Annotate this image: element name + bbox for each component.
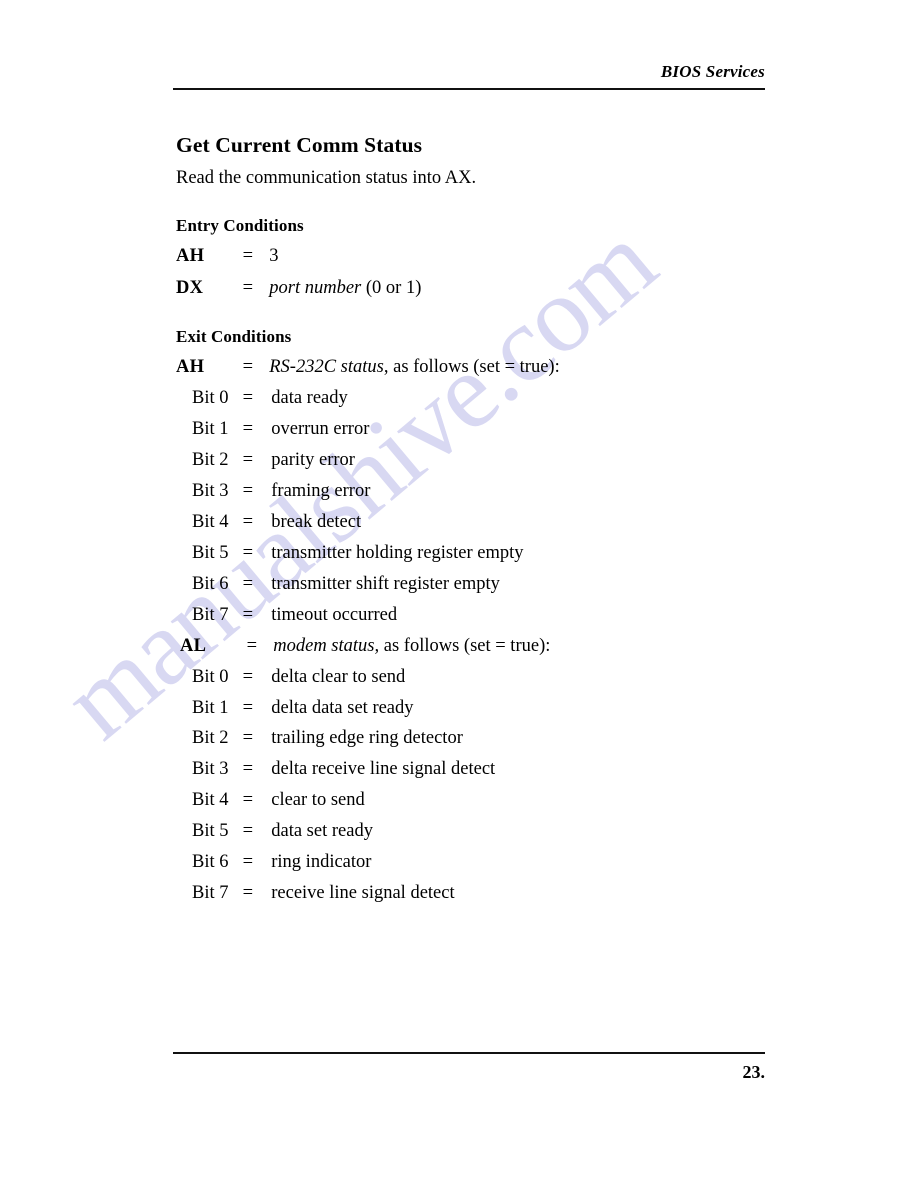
bit-label: Bit 6: [192, 574, 229, 594]
header-rule: [173, 88, 765, 90]
bit-description: data set ready: [271, 821, 373, 841]
exit-row-ah: AH = RS-232C status, as follows (set = t…: [176, 357, 560, 381]
bit-row: Bit 7 = receive line signal detect: [192, 883, 455, 907]
register-label: AH: [176, 357, 205, 377]
bit-description: timeout occurred: [271, 605, 398, 625]
register-value: RS-232C status, as follows (set = true):: [269, 357, 559, 378]
bit-label: Bit 3: [192, 481, 229, 501]
register-value: modem status, as follows (set = true):: [273, 636, 550, 657]
equals-sign: =: [242, 512, 254, 532]
bit-description: parity error: [271, 450, 355, 470]
bit-row: Bit 4 = clear to send: [192, 790, 365, 814]
entry-conditions-heading: Entry Conditions: [176, 216, 304, 235]
equals-sign: =: [242, 450, 254, 470]
bit-description: break detect: [271, 512, 362, 532]
bit-description: delta clear to send: [271, 667, 406, 687]
bit-label: Bit 0: [192, 667, 229, 687]
bit-row: Bit 2 = trailing edge ring detector: [192, 728, 463, 752]
bit-row: Bit 2 = parity error: [192, 450, 355, 474]
register-value-rest: as follows (set = true):: [379, 636, 551, 656]
bit-description: delta data set ready: [271, 698, 414, 718]
register-value-emphasis: port number: [269, 278, 362, 298]
equals-sign: =: [242, 388, 254, 408]
bit-row: Bit 4 = break detect: [192, 512, 361, 536]
bit-label: Bit 5: [192, 821, 229, 841]
equals-sign: =: [242, 481, 254, 501]
bit-label: Bit 0: [192, 388, 229, 408]
register-value-rest: , as follows (set = true):: [383, 357, 560, 377]
equals-sign: =: [242, 667, 254, 687]
bit-label: Bit 7: [192, 883, 229, 903]
bit-row: Bit 0 = data ready: [192, 388, 348, 412]
equals-sign: =: [242, 790, 254, 810]
equals-sign: =: [242, 759, 254, 779]
bit-label: Bit 2: [192, 728, 229, 748]
bit-description: transmitter shift register empty: [271, 574, 500, 594]
equals-sign: =: [242, 728, 254, 748]
equals-sign: =: [242, 357, 254, 377]
exit-conditions-heading: Exit Conditions: [176, 327, 292, 346]
page-content: BIOS Services Get Current Comm Status Re…: [0, 0, 918, 1188]
equals-sign: =: [242, 852, 254, 872]
bit-row: Bit 1 = overrun error: [192, 419, 369, 443]
bit-row: Bit 5 = transmitter holding register emp…: [192, 543, 524, 567]
bit-row: Bit 5 = data set ready: [192, 821, 373, 845]
equals-sign: =: [242, 821, 254, 841]
page-number: 23.: [742, 1062, 766, 1082]
bit-label: Bit 4: [192, 790, 229, 810]
bit-label: Bit 3: [192, 759, 229, 779]
bit-description: receive line signal detect: [271, 883, 455, 903]
bit-description: clear to send: [271, 790, 365, 810]
bit-row: Bit 6 = transmitter shift register empty: [192, 574, 500, 598]
document-page: manualshive.com BIOS Services Get Curren…: [0, 0, 918, 1188]
equals-sign: =: [242, 605, 254, 625]
entry-row-ah: AH = 3: [176, 246, 279, 270]
bit-description: ring indicator: [271, 852, 372, 872]
entry-row-dx: DX = port number (0 or 1): [176, 278, 421, 302]
bit-label: Bit 1: [192, 419, 229, 439]
bit-label: Bit 2: [192, 450, 229, 470]
bit-label: Bit 5: [192, 543, 229, 563]
bit-description: transmitter holding register empty: [271, 543, 524, 563]
bit-row: Bit 3 = delta receive line signal detect: [192, 759, 495, 783]
bit-label: Bit 6: [192, 852, 229, 872]
bit-row: Bit 3 = framing error: [192, 481, 370, 505]
bit-row: Bit 1 = delta data set ready: [192, 698, 414, 722]
register-value-emphasis: modem status,: [273, 636, 380, 656]
equals-sign: =: [242, 883, 254, 903]
footer-rule: [173, 1052, 765, 1054]
bit-row: Bit 6 = ring indicator: [192, 852, 371, 876]
running-head-text: BIOS Services: [660, 62, 765, 81]
bit-label: Bit 4: [192, 512, 229, 532]
register-value-emphasis: RS-232C status: [269, 357, 384, 377]
register-value: port number (0 or 1): [269, 278, 421, 299]
register-label: AH: [176, 246, 205, 266]
exit-row-al: AL = modem status, as follows (set = tru…: [180, 636, 550, 660]
bit-description: data ready: [271, 388, 348, 408]
bit-description: overrun error: [271, 419, 370, 439]
bit-row: Bit 0 = delta clear to send: [192, 667, 405, 691]
bit-description: trailing edge ring detector: [271, 728, 463, 748]
section-lead-text: Read the communication status into AX.: [176, 168, 477, 188]
register-value-rest: (0 or 1): [361, 278, 422, 298]
register-value: 3: [269, 246, 279, 266]
bit-description: delta receive line signal detect: [271, 759, 496, 779]
running-head: BIOS Services: [173, 62, 765, 82]
equals-sign: =: [246, 636, 258, 656]
bit-description: framing error: [271, 481, 371, 501]
register-label: DX: [176, 278, 204, 298]
equals-sign: =: [242, 574, 254, 594]
register-label: AL: [180, 636, 207, 656]
equals-sign: =: [242, 419, 254, 439]
equals-sign: =: [242, 543, 254, 563]
equals-sign: =: [242, 246, 254, 266]
bit-label: Bit 1: [192, 698, 229, 718]
equals-sign: =: [242, 698, 254, 718]
equals-sign: =: [242, 278, 254, 298]
bit-label: Bit 7: [192, 605, 229, 625]
page-title: Get Current Comm Status: [176, 133, 423, 157]
bit-row: Bit 7 = timeout occurred: [192, 605, 397, 629]
